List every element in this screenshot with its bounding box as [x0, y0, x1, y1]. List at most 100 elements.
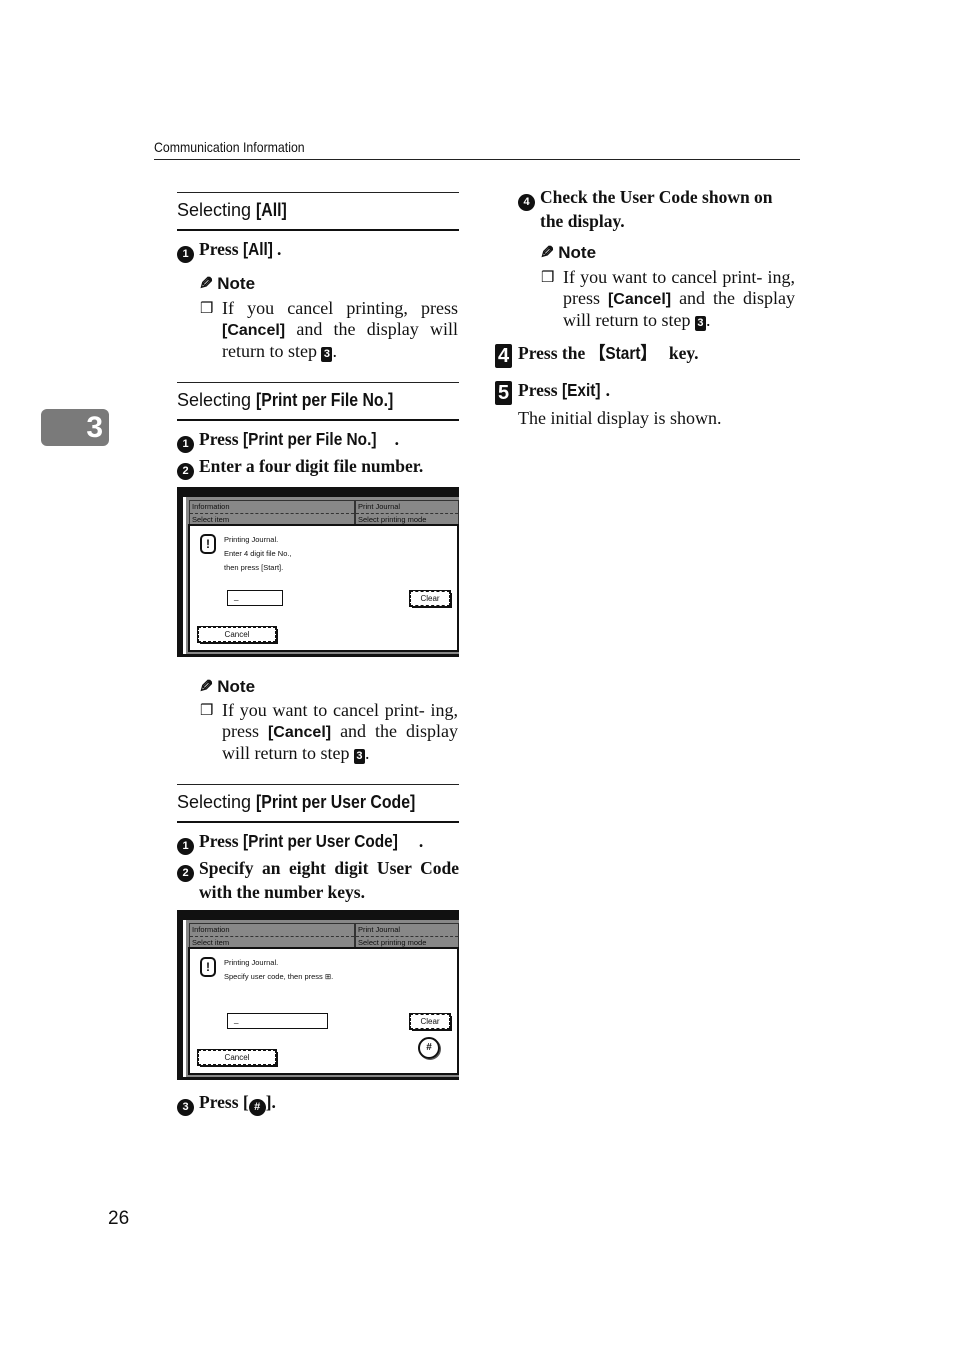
note-text: and the: [671, 288, 736, 308]
section-rule-bottom: [177, 419, 459, 421]
section-title-all: Selecting [All]: [177, 200, 291, 221]
note-heading: ✎ Note: [199, 677, 255, 697]
chapter-tab: 3: [41, 409, 109, 446]
screen-inner: Information Select item Print Journal Se…: [183, 497, 459, 654]
message-line: Enter 4 digit file No.,: [224, 549, 292, 558]
warning-icon: !: [200, 957, 216, 977]
key-label: [All]: [242, 239, 273, 259]
step-press-all: 1 Press [All].: [177, 239, 281, 263]
key-label: [Print per User Code]: [242, 831, 398, 851]
step-number-icon: 1: [177, 246, 194, 263]
step-number-icon: 4: [518, 194, 535, 211]
note-heading: ✎ Note: [540, 243, 596, 263]
dialog-message: Printing Journal. Enter 4 digit file No.…: [224, 533, 292, 575]
step-text: Specify an eight digit User Code with th…: [199, 858, 459, 902]
step-text: Press: [199, 429, 243, 449]
step-check-user-code: 4 Check the User Code shown on the displa…: [518, 187, 800, 232]
note-body: ❒ If you cancel printing, press [Cancel]…: [200, 298, 458, 362]
step-number-icon: 2: [177, 865, 194, 882]
main-step-number-icon: 4: [495, 344, 512, 368]
step-text: Press the: [518, 343, 590, 363]
step-suffix: .: [394, 429, 399, 449]
key-label: [Exit]: [561, 380, 601, 400]
step-number-icon: 1: [177, 838, 194, 855]
checkbox-bullet-icon: ❒: [200, 301, 214, 317]
main-step-press-exit: 5 Press [Exit].: [495, 380, 610, 405]
screen-dialog: ! Printing Journal. Specify user code, t…: [188, 947, 459, 1075]
step-number-icon: 3: [177, 1099, 194, 1116]
screen-user-code: Information Select item Print Journal Se…: [177, 910, 459, 1080]
step-number-icon: 2: [177, 463, 194, 480]
note-text: If you want to cancel print-: [222, 700, 425, 720]
running-head: Communication Information: [154, 139, 305, 155]
section-title-prefix: Selecting: [177, 200, 257, 220]
note-heading-text: Note: [217, 274, 256, 293]
section-title-user-code: Selecting [Print per User Code]: [177, 792, 437, 813]
step-press-user-code: 1 Press [Print per User Code].: [177, 831, 423, 855]
step-text: Press: [518, 380, 562, 400]
message-line: then press [Start].: [224, 563, 284, 572]
cancel-button[interactable]: Cancel: [197, 1049, 277, 1066]
header-title: Information: [190, 924, 354, 937]
pencil-icon: ✎: [199, 677, 214, 696]
section-title-key: [Print per User Code]: [256, 792, 416, 812]
step-enter-file-number: 2 Enter a four digit file number.: [177, 456, 423, 480]
note-heading: ✎ Note: [199, 274, 255, 294]
step-suffix: .: [418, 831, 424, 851]
warning-icon: !: [200, 534, 216, 554]
checkbox-bullet-icon: ❒: [200, 703, 214, 719]
step-suffix: .: [276, 239, 282, 259]
screen-header-left: Information Select item: [189, 923, 355, 948]
pencil-icon: ✎: [540, 243, 555, 262]
note-text: return to step: [222, 341, 322, 361]
message-line: Printing Journal.: [224, 958, 279, 967]
step-press-file-no: 1 Press [Print per File No.].: [177, 429, 399, 453]
section-title-prefix: Selecting: [177, 390, 257, 410]
note-body: ❒ If you want to cancel print- ing, pres…: [200, 700, 459, 764]
section-rule-top: [177, 784, 459, 785]
step-text: Press: [199, 831, 243, 851]
file-number-input[interactable]: _: [227, 590, 283, 606]
clear-button[interactable]: Clear: [409, 590, 451, 607]
cancel-button[interactable]: Cancel: [197, 626, 277, 643]
section-rule-bottom: [177, 821, 459, 823]
key-label: [Print per File No.]: [242, 429, 377, 449]
section-title-file-no: Selecting [Print per File No.]: [177, 390, 412, 411]
screen-header-right: Print Journal Select printing mode: [355, 923, 459, 948]
section-rule-top: [177, 382, 459, 383]
step-press-hash: 3 Press [#].: [177, 1092, 276, 1116]
key-name: Start: [605, 343, 641, 363]
hash-key-button[interactable]: #: [418, 1037, 440, 1059]
step-text: Enter a four digit file number.: [199, 456, 424, 476]
note-text: If you want to cancel print-: [563, 267, 763, 287]
header-title: Print Journal: [356, 501, 458, 514]
step-ref-icon: 3: [694, 316, 706, 331]
screen-dialog: ! Printing Journal. Enter 4 digit file N…: [188, 524, 459, 652]
note-body: ❒ If you want to cancel print- ing, pres…: [541, 267, 796, 331]
step-text: Press: [199, 239, 243, 259]
user-code-input[interactable]: _: [227, 1013, 328, 1029]
screen-file-no: Information Select item Print Journal Se…: [177, 487, 459, 657]
section-title-key: [Print per File No.]: [256, 390, 394, 410]
step-ref-icon: 3: [353, 749, 365, 764]
section-title-prefix: Selecting: [177, 792, 257, 812]
message-line: Specify user code, then press ⊞.: [224, 972, 334, 981]
note-text: If you cancel printing, press: [222, 298, 458, 318]
clear-button[interactable]: Clear: [409, 1013, 451, 1030]
step-text: Press [: [199, 1092, 249, 1112]
section-rule-bottom: [177, 229, 459, 231]
step-number-icon: 1: [177, 436, 194, 453]
step-suffix: .: [605, 380, 611, 400]
result-text: The initial display is shown.: [518, 408, 722, 428]
header-title: Print Journal: [356, 924, 458, 937]
key-label: [Cancel]: [222, 322, 286, 339]
key-label: [Cancel]: [267, 724, 332, 741]
main-step-number-icon: 5: [495, 381, 512, 405]
step-suffix: key.: [664, 343, 699, 363]
screen-inner: Information Select item Print Journal Se…: [183, 920, 459, 1077]
section-rule-top: [177, 192, 459, 193]
note-text: and the: [331, 721, 398, 741]
screen-header-left: Information Select item: [189, 500, 355, 525]
step-specify-user-code: 2 Specify an eight digit User Code with t…: [177, 858, 459, 903]
screen-header-right: Print Journal Select printing mode: [355, 500, 459, 525]
